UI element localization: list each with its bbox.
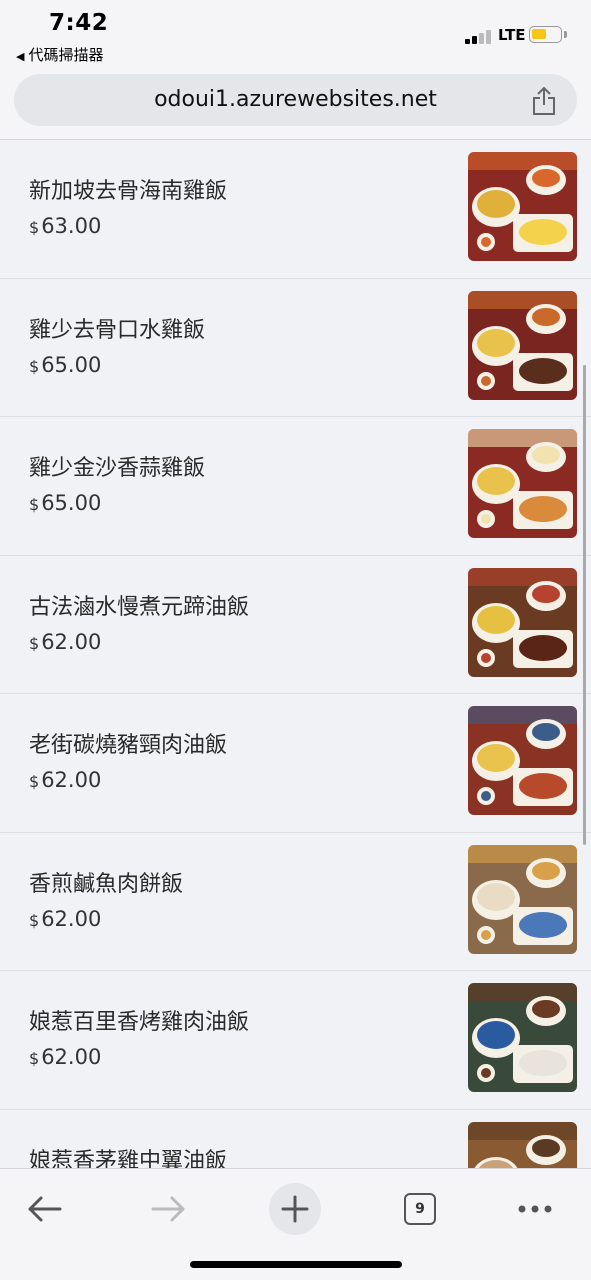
back-to-app-link[interactable]: ◀ 代碼掃描器 — [16, 44, 103, 65]
menu-item-name: 香煎鹹魚肉餅飯 — [29, 871, 184, 897]
price-value: 65.00 — [41, 491, 102, 515]
menu-item-price: $63.00 — [29, 214, 101, 238]
menu-list: 新加坡去骨海南雞飯 $63.00 雞少去骨口水雞飯 $65.00 雞少金沙香蒜雞飯 $65… — [0, 140, 591, 1168]
currency-symbol: $ — [29, 218, 40, 237]
forward-arrow-icon — [151, 1196, 185, 1222]
back-app-label: 代碼掃描器 — [28, 46, 104, 64]
url-text[interactable]: odoui1.azurewebsites.net — [14, 87, 577, 112]
battery-level — [532, 29, 546, 39]
battery-icon — [529, 26, 562, 43]
price-value: 62.00 — [41, 629, 102, 654]
menu-item-photo[interactable] — [468, 429, 577, 538]
menu-item-price: $62.00 — [29, 630, 101, 654]
tab-count: 9 — [404, 1193, 436, 1225]
tabs-button[interactable]: 9 — [390, 1179, 450, 1239]
currency-symbol: $ — [29, 495, 40, 514]
back-button[interactable] — [14, 1179, 74, 1239]
browser-header: odoui1.azurewebsites.net — [0, 66, 591, 140]
currency-symbol: $ — [29, 356, 40, 376]
menu-item-photo[interactable] — [468, 567, 577, 677]
currency-symbol: $ — [29, 910, 40, 930]
menu-item[interactable]: 香煎鹹魚肉餅飯 $62.00 — [0, 833, 591, 971]
status-time: 7:42 — [49, 10, 109, 36]
menu-item[interactable]: 娘惹香茅雞中翼油飯 — [0, 1110, 591, 1169]
menu-item-price: $62.00 — [29, 1045, 101, 1069]
battery-tip — [564, 31, 567, 38]
more-icon — [518, 1205, 552, 1213]
currency-symbol: $ — [29, 1049, 40, 1068]
price-value: 63.00 — [41, 214, 102, 238]
menu-item[interactable]: 古法滷水慢煮元蹄油飯 $62.00 — [0, 556, 591, 694]
forward-button[interactable] — [139, 1179, 199, 1239]
new-tab-plus-icon — [269, 1183, 321, 1235]
currency-symbol: $ — [29, 772, 40, 791]
menu-item-name: 老街碳燒豬頸肉油飯 — [29, 733, 228, 758]
menu-item-name: 雞少金沙香蒜雞飯 — [29, 456, 206, 481]
menu-item-photo[interactable] — [468, 1121, 577, 1168]
menu-item[interactable]: 新加坡去骨海南雞飯 $63.00 — [0, 140, 591, 279]
more-menu-button[interactable] — [505, 1179, 565, 1239]
menu-item-price: $65.00 — [29, 353, 101, 377]
menu-item-name: 古法滷水慢煮元蹄油飯 — [29, 594, 250, 620]
menu-item-photo[interactable] — [468, 290, 577, 400]
menu-item-name: 娘惹百里香烤雞肉油飯 — [29, 1010, 250, 1035]
menu-item[interactable]: 雞少去骨口水雞飯 $65.00 — [0, 279, 591, 417]
address-bar[interactable]: odoui1.azurewebsites.net — [14, 74, 577, 126]
menu-item-price: $62.00 — [29, 768, 101, 792]
menu-item[interactable]: 雞少金沙香蒜雞飯 $65.00 — [0, 417, 591, 556]
price-value: 62.00 — [41, 1045, 102, 1069]
page-scrollbar[interactable] — [583, 365, 586, 845]
share-icon[interactable] — [531, 86, 557, 116]
menu-item-price: $62.00 — [29, 907, 101, 931]
back-arrow-icon — [28, 1196, 62, 1222]
menu-item-name: 雞少去骨口水雞飯 — [29, 317, 206, 343]
network-type: LTE — [498, 26, 526, 44]
menu-item-name: 娘惹香茅雞中翼油飯 — [29, 1148, 228, 1169]
back-triangle-icon: ◀ — [16, 50, 25, 63]
menu-item[interactable]: 娘惹百里香烤雞肉油飯 $62.00 — [0, 971, 591, 1110]
menu-item-photo[interactable] — [468, 152, 577, 261]
currency-symbol: $ — [29, 633, 40, 653]
price-value: 62.00 — [41, 906, 102, 931]
new-tab-button[interactable] — [265, 1179, 325, 1239]
signal-icon — [465, 28, 495, 44]
price-value: 62.00 — [41, 768, 102, 792]
status-bar: 7:42 ◀ 代碼掃描器 LTE — [0, 0, 591, 66]
menu-item[interactable]: 老街碳燒豬頸肉油飯 $62.00 — [0, 694, 591, 833]
menu-item-photo[interactable] — [468, 983, 577, 1092]
menu-item-price: $65.00 — [29, 491, 101, 515]
home-indicator[interactable] — [190, 1261, 402, 1268]
price-value: 65.00 — [41, 352, 102, 377]
menu-item-name: 新加坡去骨海南雞飯 — [29, 179, 228, 204]
menu-item-photo[interactable] — [468, 844, 577, 954]
menu-item-photo[interactable] — [468, 706, 577, 815]
